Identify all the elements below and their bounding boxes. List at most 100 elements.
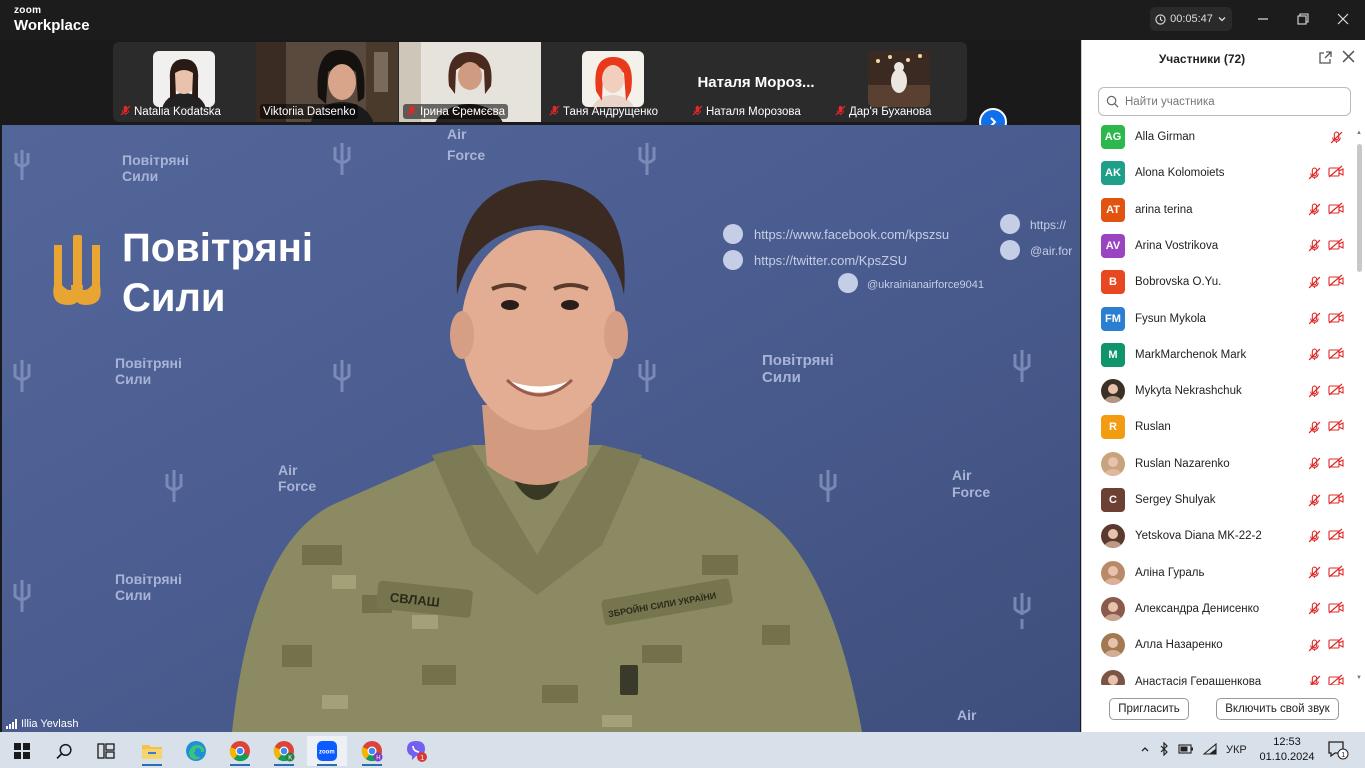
popout-icon[interactable] (1318, 51, 1334, 67)
avatar: R (1101, 415, 1125, 440)
muted-mic-icon[interactable] (1306, 565, 1322, 581)
muted-mic-icon[interactable] (1306, 347, 1322, 363)
muted-mic-icon[interactable] (1306, 601, 1322, 617)
muted-mic-icon[interactable] (1306, 419, 1322, 435)
participant-row[interactable]: R Ruslan (1082, 409, 1356, 445)
video-off-icon[interactable] (1328, 637, 1344, 653)
participant-name: Алла Назаренко (1135, 639, 1223, 652)
muted-mic-icon[interactable] (1306, 637, 1322, 653)
video-off-icon[interactable] (1328, 347, 1344, 363)
video-off-icon[interactable] (1328, 419, 1344, 435)
muted-mic-icon[interactable] (1328, 129, 1344, 145)
restore-button[interactable] (1291, 8, 1315, 30)
close-window-button[interactable] (1331, 8, 1355, 30)
invite-button[interactable]: Пригласить (1109, 698, 1189, 720)
chevron-up-icon[interactable] (1140, 744, 1150, 757)
participant-row[interactable]: AK Alona Kolomoiets (1082, 155, 1356, 191)
participant-row[interactable]: AT arina terina (1082, 192, 1356, 228)
meeting-timer[interactable]: 00:05:47 (1150, 7, 1232, 31)
video-off-icon[interactable] (1328, 165, 1344, 181)
gallery-tile[interactable]: Таня Андрущенко (542, 42, 684, 122)
battery-icon[interactable] (1178, 743, 1194, 757)
video-off-icon[interactable] (1328, 383, 1344, 399)
viber-button[interactable]: 1 (396, 736, 436, 766)
video-off-icon[interactable] (1328, 311, 1344, 327)
gallery-strip: Natalia Kodatska Viktoriia Datsenko Ірин… (0, 40, 1080, 136)
active-speaker-video[interactable]: Повітряні Сили Повітряні Сили Повітряні … (2, 125, 1080, 732)
muted-mic-icon[interactable] (1306, 274, 1322, 290)
tile-label: Таня Андрущенко (546, 104, 661, 119)
search-input[interactable] (1125, 95, 1335, 108)
wifi-icon[interactable] (1202, 742, 1217, 758)
participant-row[interactable]: Ruslan Nazarenko (1082, 446, 1356, 482)
chrome-profile-k-button[interactable]: K (264, 736, 304, 766)
participant-row[interactable]: AV Arina Vostrikova (1082, 228, 1356, 264)
muted-mic-icon[interactable] (1306, 202, 1322, 218)
gallery-tile[interactable]: Дар'я Буханова (828, 42, 967, 122)
close-icon[interactable] (1342, 50, 1358, 66)
video-off-icon[interactable] (1328, 674, 1344, 685)
bluetooth-icon[interactable] (1159, 741, 1169, 759)
gallery-tile[interactable]: Наталя Мороз... Наталя Морозова (685, 42, 827, 122)
participant-row[interactable]: Александра Денисенко (1082, 591, 1356, 627)
video-off-icon[interactable] (1328, 528, 1344, 544)
muted-mic-icon[interactable] (1306, 383, 1322, 399)
chrome-profile-h-button[interactable]: H (352, 736, 392, 766)
scrollbar-thumb[interactable] (1357, 144, 1362, 272)
avatar: AG (1101, 125, 1125, 149)
muted-mic-icon[interactable] (1306, 238, 1322, 254)
video-off-icon[interactable] (1328, 456, 1344, 472)
participant-row[interactable]: AG Alla Girman (1082, 120, 1356, 155)
scroll-up-arrow[interactable]: ▲ (1356, 130, 1362, 136)
svg-text:https://www.facebook.com/kpszs: https://www.facebook.com/kpszsu (754, 227, 949, 242)
notification-center-button[interactable]: 1 (1327, 740, 1349, 760)
muted-mic-icon[interactable] (1306, 674, 1322, 685)
participant-row[interactable]: Алла Назаренко (1082, 627, 1356, 663)
participant-row[interactable]: C Sergey Shulyak (1082, 482, 1356, 518)
muted-mic-icon[interactable] (1306, 311, 1322, 327)
unmute-self-button[interactable]: Включить свой звук (1216, 698, 1339, 720)
taskbar-search-button[interactable] (44, 736, 84, 766)
avatar: AT (1101, 197, 1125, 222)
gallery-tile[interactable]: Ірина Єремєєва (399, 42, 541, 122)
minimize-button[interactable] (1251, 8, 1275, 30)
clock-date: 01.10.2024 (1259, 751, 1315, 763)
taskbar-clock[interactable]: 12:53 01.10.2024 (1258, 735, 1316, 765)
gallery-thumbnails: Natalia Kodatska Viktoriia Datsenko Ірин… (113, 42, 967, 122)
muted-mic-icon[interactable] (1306, 528, 1322, 544)
participant-list: AG Alla Girman AK Alona Kolomoiets AT arina t… (1082, 120, 1356, 685)
participant-row[interactable]: B Bobrovska O.Yu. (1082, 264, 1356, 300)
muted-mic-icon[interactable] (1306, 165, 1322, 181)
avatar (868, 51, 930, 107)
scroll-down-arrow[interactable]: ▼ (1356, 675, 1362, 681)
participant-row[interactable]: Аліна Гураль (1082, 555, 1356, 591)
participant-row[interactable]: Yetskova Diana MK-22-2 (1082, 518, 1356, 554)
zoom-taskbar-button[interactable]: zoom (307, 736, 347, 766)
video-off-icon[interactable] (1328, 274, 1344, 290)
start-button[interactable] (2, 736, 42, 766)
language-indicator[interactable]: УКР (1226, 744, 1247, 756)
participant-name: Аліна Гураль (1135, 566, 1205, 579)
file-explorer-button[interactable] (132, 736, 172, 766)
video-off-icon[interactable] (1328, 492, 1344, 508)
gallery-tile[interactable]: Natalia Kodatska (113, 42, 255, 122)
video-off-icon[interactable] (1328, 601, 1344, 617)
edge-button[interactable] (176, 736, 216, 766)
gallery-tile[interactable]: Viktoriia Datsenko (256, 42, 398, 122)
timer-text: 00:05:47 (1170, 13, 1213, 25)
video-off-icon[interactable] (1328, 238, 1344, 254)
participant-row[interactable]: FM Fysun Mykola (1082, 301, 1356, 337)
svg-text:Air: Air (957, 707, 977, 723)
video-off-icon[interactable] (1328, 202, 1344, 218)
task-view-button[interactable] (86, 736, 126, 766)
participant-row[interactable]: M MarkMarchenok Mark (1082, 337, 1356, 373)
participant-row[interactable]: Mykyta Nekrashchuk (1082, 373, 1356, 409)
muted-mic-icon[interactable] (1306, 456, 1322, 472)
participant-name: Анастасія Геращенкова (1135, 675, 1262, 686)
notification-icon: 1 (1328, 741, 1349, 760)
participant-row[interactable]: Анастасія Геращенкова (1082, 664, 1356, 686)
chrome-button[interactable] (220, 736, 260, 766)
muted-mic-icon[interactable] (1306, 492, 1322, 508)
search-box[interactable] (1098, 87, 1351, 116)
video-off-icon[interactable] (1328, 565, 1344, 581)
